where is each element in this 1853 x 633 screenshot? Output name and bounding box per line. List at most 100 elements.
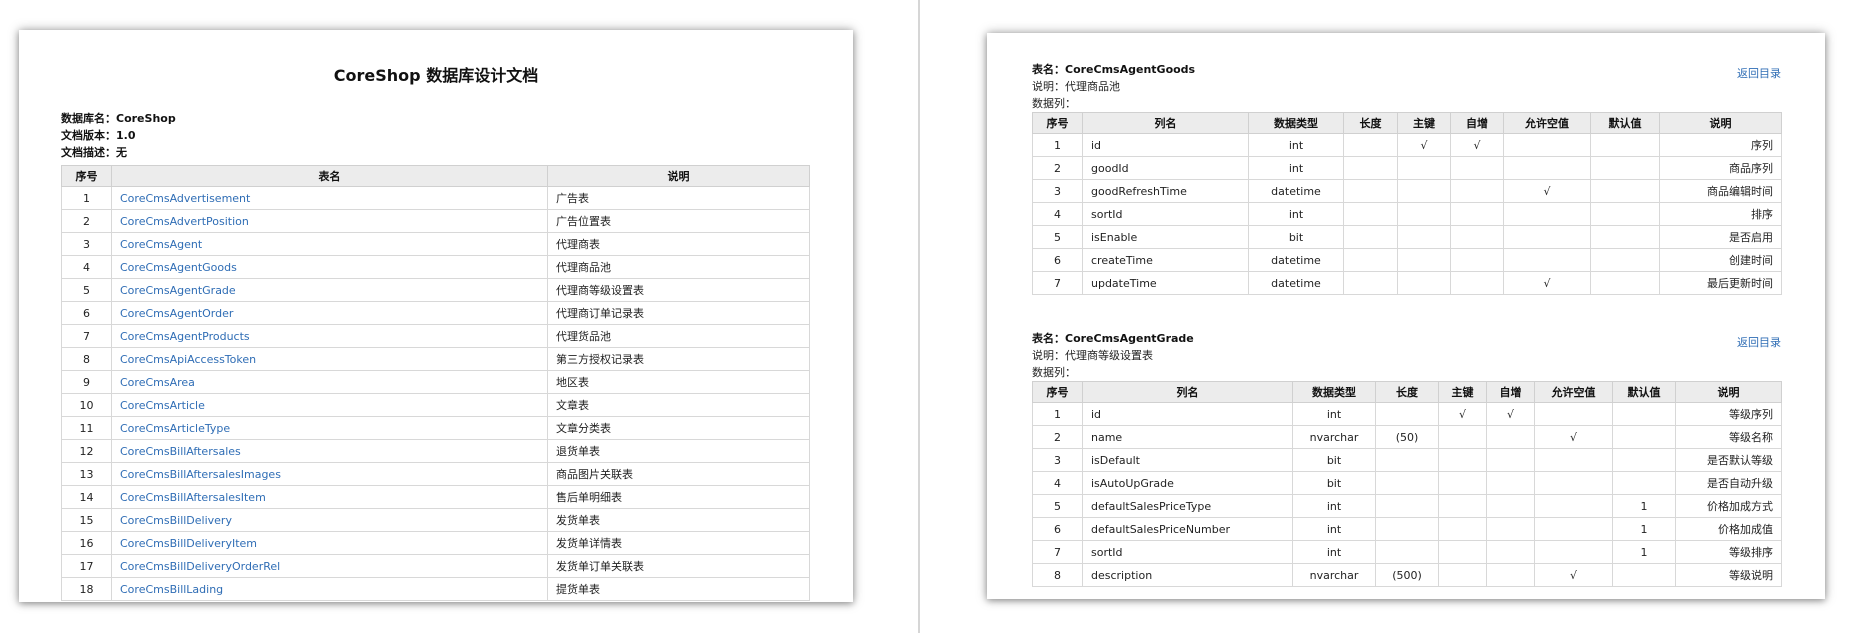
index-header-no: 序号	[61, 165, 112, 187]
data-type: int	[1248, 202, 1344, 226]
primary-key-mark	[1397, 202, 1451, 226]
table-index: 序号 表名 说明 1 CoreCmsAdvertisement 广告表 2 CoreCm…	[61, 165, 810, 601]
table-description: 第三方授权记录表	[547, 347, 810, 371]
nullable-mark	[1503, 156, 1591, 180]
row-no: 3	[1032, 179, 1083, 203]
auto-increment-mark	[1486, 540, 1535, 564]
table-row: 5 defaultSalesPriceType int 1 价格加成方式	[1032, 494, 1782, 518]
table-row: 18 CoreCmsBillLading 提货单表	[61, 577, 810, 601]
length	[1343, 225, 1398, 249]
table-description: 售后单明细表	[547, 485, 810, 509]
col-header-nullable: 允许空值	[1503, 112, 1591, 134]
table-name-link[interactable]: CoreCmsArticleType	[111, 416, 548, 440]
primary-key-mark	[1438, 425, 1487, 449]
table-name-link[interactable]: CoreCmsBillLading	[111, 577, 548, 601]
table-row: 2 goodId int 商品序列	[1032, 156, 1782, 180]
back-to-index-link[interactable]: 返回目录	[1737, 65, 1781, 81]
table-name-link[interactable]: CoreCmsAdvertPosition	[111, 209, 548, 233]
table-name-link[interactable]: CoreCmsAgentOrder	[111, 301, 548, 325]
table-row: 1 id int √ √ 序列	[1032, 133, 1782, 157]
column-description: 是否启用	[1659, 225, 1782, 249]
auto-increment-mark: √	[1450, 133, 1504, 157]
column-name: name	[1082, 425, 1293, 449]
auto-increment-mark	[1450, 248, 1504, 272]
row-no: 4	[1032, 471, 1083, 495]
back-to-index-link[interactable]: 返回目录	[1737, 334, 1781, 350]
index-no: 8	[61, 347, 112, 371]
table-name-link[interactable]: CoreCmsApiAccessToken	[111, 347, 548, 371]
index-body: 1 CoreCmsAdvertisement 广告表 2 CoreCmsAdvertPo…	[61, 186, 810, 601]
table-name-link[interactable]: CoreCmsBillDeliveryOrderRel	[111, 554, 548, 578]
table-name-link[interactable]: CoreCmsBillAftersales	[111, 439, 548, 463]
table-name-link[interactable]: CoreCmsAgentGoods	[111, 255, 548, 279]
auto-increment-mark	[1486, 563, 1535, 587]
table-section-agent-grade: 表名：CoreCmsAgentGrade 说明：代理商等级设置表 数据列： 返回…	[1032, 330, 1782, 587]
length	[1343, 179, 1398, 203]
col-header-nullable: 允许空值	[1534, 381, 1613, 403]
data-type: bit	[1248, 225, 1344, 249]
table-desc-label: 说明：	[1032, 80, 1065, 93]
table-description: 发货单详情表	[547, 531, 810, 555]
table-name-link[interactable]: CoreCmsArea	[111, 370, 548, 394]
default-value	[1590, 248, 1660, 272]
table-name: CoreCmsAgentGrade	[1065, 332, 1194, 345]
table-name-link[interactable]: CoreCmsBillAftersalesItem	[111, 485, 548, 509]
table-name-label: 表名：	[1032, 63, 1065, 76]
table-row: 15 CoreCmsBillDelivery 发货单表	[61, 508, 810, 532]
nullable-mark	[1534, 540, 1613, 564]
nullable-mark	[1534, 471, 1613, 495]
table-row: 6 createTime datetime 创建时间	[1032, 248, 1782, 272]
table-name: CoreCmsAgentGoods	[1065, 63, 1196, 76]
table-name-link[interactable]: CoreCmsBillDeliveryItem	[111, 531, 548, 555]
default-value	[1612, 425, 1676, 449]
table-row: 10 CoreCmsArticle 文章表	[61, 393, 810, 417]
table-name-link[interactable]: CoreCmsBillDelivery	[111, 508, 548, 532]
table-row: 8 CoreCmsApiAccessToken 第三方授权记录表	[61, 347, 810, 371]
nullable-mark	[1503, 225, 1591, 249]
data-type: int	[1292, 402, 1376, 426]
default-value	[1612, 402, 1676, 426]
index-no: 17	[61, 554, 112, 578]
document-page-detail: 表名：CoreCmsAgentGoods 说明：代理商品池 数据列： 返回目录 …	[987, 33, 1825, 599]
table-name-link[interactable]: CoreCmsAdvertisement	[111, 186, 548, 210]
table-description: 代理商订单记录表	[547, 301, 810, 325]
table-name-link[interactable]: CoreCmsAgentGrade	[111, 278, 548, 302]
auto-increment-mark	[1450, 225, 1504, 249]
row-no: 4	[1032, 202, 1083, 226]
table-name-link[interactable]: CoreCmsAgentProducts	[111, 324, 548, 348]
col-header-default: 默认值	[1590, 112, 1660, 134]
index-no: 4	[61, 255, 112, 279]
nullable-mark	[1534, 517, 1613, 541]
index-no: 9	[61, 370, 112, 394]
index-header-name: 表名	[111, 165, 548, 187]
table-desc: 代理商等级设置表	[1065, 349, 1153, 362]
default-value	[1612, 448, 1676, 472]
column-name: description	[1082, 563, 1293, 587]
table-name-link[interactable]: CoreCmsBillAftersalesImages	[111, 462, 548, 486]
col-header-length: 长度	[1343, 112, 1398, 134]
pane-divider	[918, 0, 920, 633]
data-type: nvarchar	[1292, 425, 1376, 449]
default-value	[1590, 202, 1660, 226]
auto-increment-mark	[1486, 471, 1535, 495]
table-name-link[interactable]: CoreCmsArticle	[111, 393, 548, 417]
primary-key-mark	[1397, 156, 1451, 180]
col-header-no: 序号	[1032, 381, 1083, 403]
index-no: 14	[61, 485, 112, 509]
meta-db-name-value: CoreShop	[116, 112, 176, 125]
default-value: 1	[1612, 540, 1676, 564]
length	[1343, 202, 1398, 226]
column-name: isDefault	[1082, 448, 1293, 472]
length	[1343, 156, 1398, 180]
row-no: 7	[1032, 271, 1083, 295]
length	[1343, 271, 1398, 295]
index-no: 7	[61, 324, 112, 348]
primary-key-mark	[1438, 448, 1487, 472]
length	[1343, 133, 1398, 157]
index-no: 1	[61, 186, 112, 210]
table-name-link[interactable]: CoreCmsAgent	[111, 232, 548, 256]
data-type: bit	[1292, 448, 1376, 472]
table-row: 7 CoreCmsAgentProducts 代理货品池	[61, 324, 810, 348]
index-header-desc: 说明	[547, 165, 810, 187]
data-type: datetime	[1248, 179, 1344, 203]
